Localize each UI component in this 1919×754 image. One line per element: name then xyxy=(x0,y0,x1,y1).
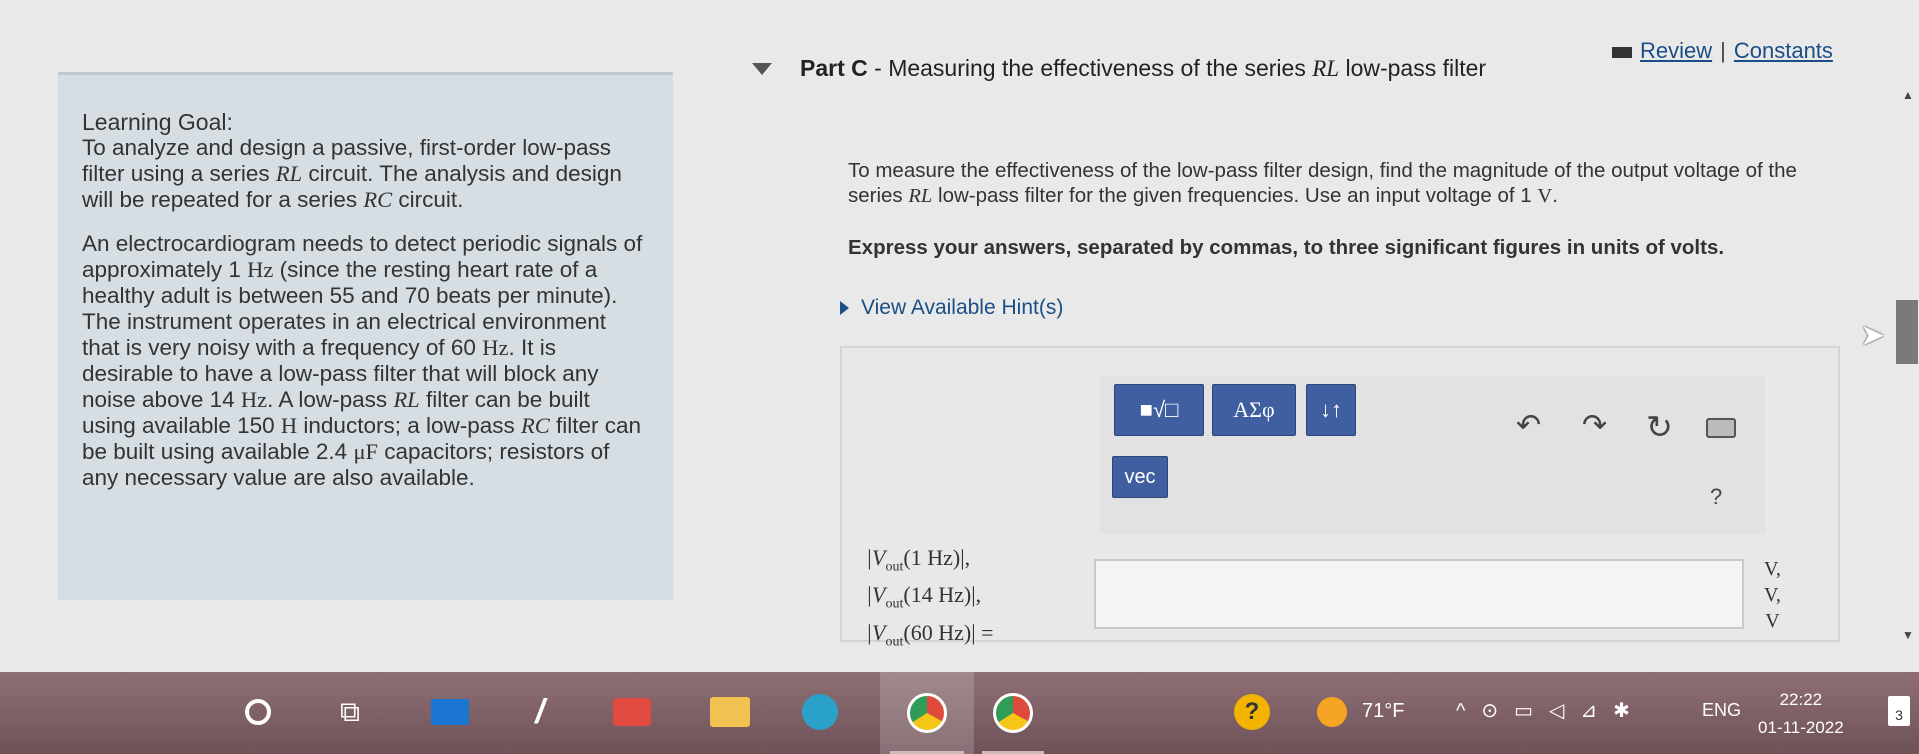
arrows-button[interactable]: ↓↑ xyxy=(1306,384,1356,436)
learning-goal-intro: To analyze and design a passive, first-o… xyxy=(82,135,649,213)
frequency-label: (60 Hz)| = xyxy=(903,619,994,645)
redo-icon[interactable]: ↷ xyxy=(1582,408,1607,443)
scroll-down-arrow-icon[interactable]: ▼ xyxy=(1902,628,1914,642)
weather-temperature[interactable]: 71°F xyxy=(1362,700,1404,723)
answer-units: V, V, V xyxy=(1764,556,1781,634)
greek-symbols-button[interactable]: ΑΣφ xyxy=(1212,384,1296,436)
vec-button[interactable]: vec xyxy=(1112,456,1168,498)
taskbar: ⧉ / ? 71°F ^⊙▭◁⊿✱ ENG 22:22 01-11-2022 3 xyxy=(0,672,1919,754)
rl-symbol: RL xyxy=(908,185,933,207)
vout-subscript: out xyxy=(885,596,904,612)
clock-date: 01-11-2022 xyxy=(1758,718,1844,737)
unit-hz: Hz xyxy=(482,335,509,360)
mouse-cursor-icon: ➤ xyxy=(1860,319,1886,352)
camera-icon[interactable] xyxy=(612,694,652,730)
answer-labels: |Vout(1 Hz)|, |Vout(14 Hz)|, |Vout(60 Hz… xyxy=(866,544,994,656)
learning-goal-heading: Learning Goal: xyxy=(82,109,233,135)
unit-volt: V xyxy=(1537,185,1553,207)
system-tray-icons[interactable]: ^⊙▭◁⊿✱ xyxy=(1456,698,1646,723)
unit-label: V, xyxy=(1764,584,1781,606)
chrome-profile-a-icon[interactable] xyxy=(880,672,974,754)
vout-subscript: out xyxy=(885,634,904,650)
rl-symbol: RL xyxy=(275,161,303,186)
book-icon xyxy=(1612,46,1632,58)
unit-hz: Hz xyxy=(240,387,268,412)
vout-subscript: out xyxy=(885,559,904,575)
review-link[interactable]: Review xyxy=(1640,38,1712,63)
vout-symbol: |V xyxy=(866,619,886,645)
part-title: - Measuring the effectiveness of the ser… xyxy=(867,55,1313,81)
vout-symbol: |V xyxy=(866,582,886,608)
question-body: . xyxy=(1552,184,1558,207)
part-title: low-pass filter xyxy=(1339,55,1487,81)
app-icon[interactable]: / xyxy=(520,693,560,731)
learning-goal-panel: Learning Goal: To analyze and design a p… xyxy=(58,72,673,600)
unit-hz: Hz xyxy=(247,257,274,282)
clock[interactable]: 22:22 01-11-2022 xyxy=(1758,686,1844,742)
question-body: low-pass filter for the given frequencie… xyxy=(932,184,1538,207)
question-text: To measure the effectiveness of the low-… xyxy=(848,158,1848,209)
vout-1hz-label: |Vout(1 Hz)|, xyxy=(866,544,994,581)
help-button[interactable]: ? xyxy=(1710,484,1722,510)
collapse-caret-icon[interactable] xyxy=(752,63,772,75)
mail-icon[interactable] xyxy=(430,694,470,730)
unit-label: V, xyxy=(1764,558,1781,580)
part-header[interactable]: Part C - Measuring the effectiveness of … xyxy=(752,55,1487,82)
hint-label: View Available Hint(s) xyxy=(861,296,1064,319)
frequency-label: (1 Hz)|, xyxy=(903,545,971,570)
scroll-up-arrow-icon[interactable]: ▲ xyxy=(1902,88,1914,102)
chrome-profile-m-icon[interactable] xyxy=(972,672,1054,754)
help-tips-icon[interactable]: ? xyxy=(1232,694,1272,730)
vout-14hz-label: |Vout(14 Hz)|, xyxy=(866,581,994,618)
task-view-icon[interactable]: ⧉ xyxy=(330,694,370,730)
clock-time: 22:22 xyxy=(1779,690,1823,709)
problem-text: inductors; a low-pass xyxy=(297,413,522,438)
rc-symbol: RC xyxy=(521,413,550,438)
problem-description: An electrocardiogram needs to detect per… xyxy=(82,231,649,491)
scrollbar-thumb[interactable] xyxy=(1896,300,1918,364)
rl-symbol: RL xyxy=(393,387,420,412)
notification-icon[interactable]: 3 xyxy=(1888,696,1910,726)
undo-icon[interactable]: ↶ xyxy=(1516,408,1541,443)
search-icon[interactable] xyxy=(238,694,278,730)
view-hints-link[interactable]: View Available Hint(s) xyxy=(840,296,1063,320)
answer-input[interactable] xyxy=(1094,559,1744,629)
unit-label: V xyxy=(1765,610,1780,632)
header-links: Review | Constants xyxy=(1612,38,1833,64)
rl-symbol: RL xyxy=(1312,56,1340,81)
folder-icon[interactable] xyxy=(710,694,750,730)
expand-triangle-icon xyxy=(840,301,849,316)
vout-60hz-label: |Vout(60 Hz)| = xyxy=(866,619,994,656)
answer-instruction: Express your answers, separated by comma… xyxy=(848,236,1725,259)
keyboard-icon[interactable] xyxy=(1706,418,1736,438)
unit-henry: H xyxy=(280,413,298,438)
rc-symbol: RC xyxy=(363,187,393,212)
problem-text: . A low-pass xyxy=(267,387,394,412)
language-indicator[interactable]: ENG xyxy=(1702,700,1741,721)
weather-icon[interactable] xyxy=(1312,694,1352,730)
edge-browser-icon[interactable] xyxy=(800,694,840,730)
templates-button[interactable]: ■√□ xyxy=(1114,384,1204,436)
vout-symbol: |V xyxy=(866,545,886,570)
constants-link[interactable]: Constants xyxy=(1734,38,1833,63)
unit-microfarad: μF xyxy=(353,439,379,464)
header-separator: | xyxy=(1720,38,1726,63)
reset-icon[interactable]: ↻ xyxy=(1646,408,1673,446)
part-label: Part C xyxy=(800,55,868,81)
intro-text: circuit. xyxy=(392,187,464,212)
frequency-label: (14 Hz)|, xyxy=(903,582,982,608)
